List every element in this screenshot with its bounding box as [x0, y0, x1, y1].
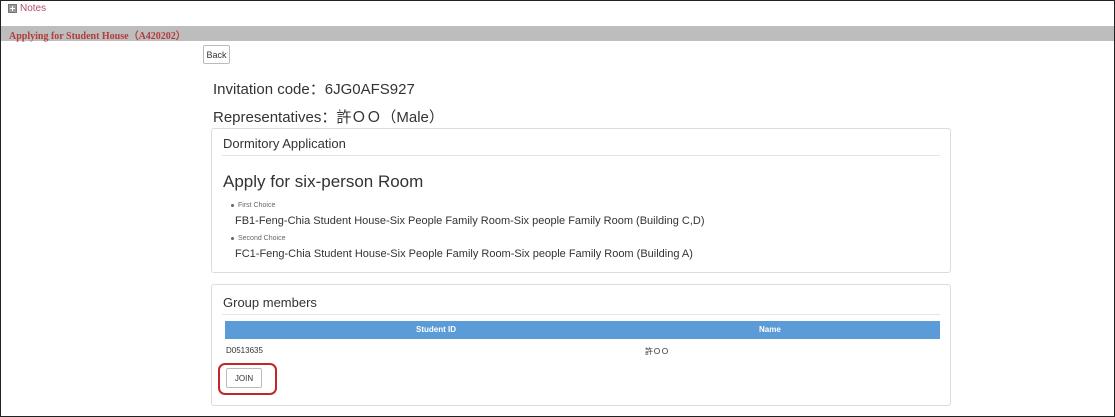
group-members-panel: Group members Student ID Name D0513635 許…	[211, 284, 951, 406]
column-header-name: Name	[759, 325, 781, 334]
second-choice-value: FC1-Feng-Chia Student House-Six People F…	[235, 248, 693, 260]
representatives: Representatives：許ＯＯ（Male）	[213, 109, 444, 126]
second-choice-label-text: Second Choice	[238, 235, 286, 242]
table-cell-name: 許ＯＯ	[645, 347, 669, 356]
table-cell-student-id: D0513635	[226, 346, 263, 355]
first-choice-label: First Choice	[231, 202, 275, 209]
invitation-code: Invitation code：6JG0AFS927	[213, 81, 415, 98]
divider	[222, 155, 940, 156]
column-header-student-id: Student ID	[416, 325, 456, 334]
dormitory-application-panel: Dormitory Application Apply for six-pers…	[211, 128, 951, 273]
apply-heading: Apply for six-person Room	[223, 172, 424, 191]
highlight-outline	[218, 363, 277, 395]
notes-label: Notes	[20, 2, 47, 14]
page-title-bar: Applying for Student House（A420202）	[1, 26, 1114, 42]
divider	[222, 314, 940, 315]
bullet-icon	[231, 204, 234, 207]
expand-icon	[8, 3, 17, 13]
bullet-icon	[231, 237, 234, 240]
panel-title: Dormitory Application	[223, 136, 346, 151]
first-choice-value: FB1-Feng-Chia Student House-Six People F…	[235, 215, 705, 227]
panel-title: Group members	[223, 295, 317, 310]
back-button[interactable]: Back	[203, 45, 230, 64]
first-choice-label-text: First Choice	[238, 202, 276, 209]
table-header: Student ID Name	[225, 321, 940, 339]
page-title: Applying for Student House（A420202）	[9, 31, 186, 42]
notes-link[interactable]: Notes	[8, 2, 46, 14]
second-choice-label: Second Choice	[231, 235, 285, 242]
